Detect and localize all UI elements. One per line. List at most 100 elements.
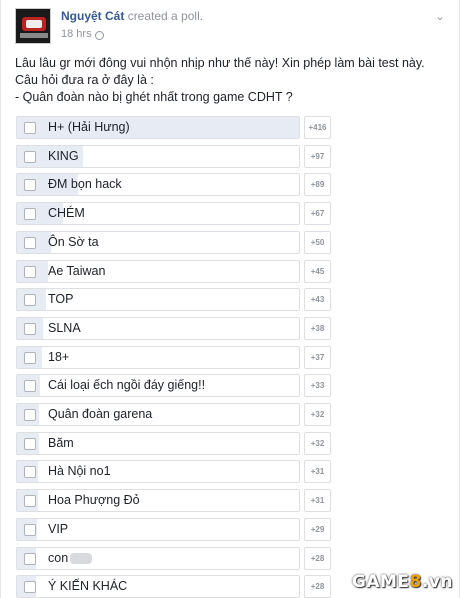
vote-count[interactable]: +416: [304, 116, 331, 139]
poll-checkbox[interactable]: [24, 237, 36, 249]
poll-option-box[interactable]: Quân đoàn garena: [16, 403, 300, 426]
poll-option[interactable]: 18+ +37: [16, 346, 331, 369]
poll-option-box[interactable]: Hoa Phượng Đỏ: [16, 489, 300, 512]
post-header: Nguyệt Cát created a poll. 18 hrs ⌄: [15, 8, 447, 44]
poll-option-box[interactable]: con: [16, 547, 300, 570]
poll-option-box[interactable]: VIP: [16, 518, 300, 541]
poll-option-box[interactable]: Ý KIẾN KHÁC: [16, 575, 300, 598]
poll-checkbox[interactable]: [24, 524, 36, 536]
poll-option-box[interactable]: KING: [16, 145, 300, 168]
vote-count[interactable]: +31: [304, 489, 331, 512]
poll-checkbox[interactable]: [24, 553, 36, 565]
poll-option-box[interactable]: Hà Nội no1: [16, 460, 300, 483]
vote-count[interactable]: +38: [304, 317, 331, 340]
poll-option[interactable]: TOP +43: [16, 288, 331, 311]
poll-option-label: TOP: [48, 292, 74, 306]
post-action: created a poll.: [127, 9, 204, 23]
poll-checkbox[interactable]: [24, 409, 36, 421]
poll-option-box[interactable]: Cái loại ếch ngồi đáy giếng!!: [16, 374, 300, 397]
redacted-text: [70, 553, 93, 565]
poll-option-label: Quân đoàn garena: [48, 407, 153, 421]
post-timestamp[interactable]: 18 hrs: [61, 28, 92, 40]
watermark-num: 8: [409, 572, 422, 592]
poll-option[interactable]: Hoa Phượng Đỏ +31: [16, 489, 331, 512]
poll-checkbox[interactable]: [24, 466, 36, 478]
poll-option-label: Ae Taiwan: [48, 264, 106, 278]
poll-option[interactable]: Ae Taiwan +45: [16, 260, 331, 283]
poll-option-label: Băm: [48, 436, 74, 450]
post-line: - Quân đoàn nào bị ghét nhất trong game …: [15, 90, 293, 104]
poll-option-label: CHÉM: [48, 206, 85, 220]
poll-option-box[interactable]: TOP: [16, 288, 300, 311]
vote-count[interactable]: +97: [304, 145, 331, 168]
poll-option[interactable]: Ôn Sờ ta +50: [16, 231, 331, 254]
poll-checkbox[interactable]: [24, 266, 36, 278]
author-name[interactable]: Nguyệt Cát: [61, 9, 124, 23]
vote-count[interactable]: +89: [304, 173, 331, 196]
vote-count[interactable]: +50: [304, 231, 331, 254]
poll-option-label: SLNA: [48, 321, 81, 335]
poll-option-label: VIP: [48, 522, 69, 536]
post-line: Lâu lâu gr mới đông vui nhộn nhịp như th…: [15, 56, 425, 70]
poll-option-box[interactable]: SLNA: [16, 317, 300, 340]
vote-count[interactable]: +32: [304, 432, 331, 455]
poll-option-label: 18+: [48, 350, 70, 364]
poll-option-label: Ôn Sờ ta: [48, 235, 99, 249]
game8-watermark: GAME8.vn: [352, 572, 453, 592]
poll-option-box[interactable]: ĐM bọn hack: [16, 173, 300, 196]
poll-option-box[interactable]: Ae Taiwan: [16, 260, 300, 283]
watermark-suffix: .vn: [421, 572, 453, 592]
poll-option[interactable]: Băm +32: [16, 432, 331, 455]
poll-option[interactable]: Ý KIẾN KHÁC +28: [16, 575, 331, 598]
vote-count[interactable]: +37: [304, 346, 331, 369]
poll-checkbox[interactable]: [24, 438, 36, 450]
vote-count[interactable]: +28: [304, 575, 331, 598]
poll-option[interactable]: H+ (Hải Hưng) +416: [16, 116, 331, 139]
poll-checkbox[interactable]: [24, 352, 36, 364]
poll-option-label: Cái loại ếch ngồi đáy giếng!!: [48, 378, 206, 392]
poll-checkbox[interactable]: [24, 495, 36, 507]
vote-count[interactable]: +45: [304, 260, 331, 283]
poll-checkbox[interactable]: [24, 323, 36, 335]
poll-checkbox[interactable]: [24, 294, 36, 306]
poll-checkbox[interactable]: [24, 179, 36, 191]
vote-count[interactable]: +29: [304, 518, 331, 541]
poll-checkbox[interactable]: [24, 208, 36, 220]
post-line: Câu hỏi đưa ra ở đây là :: [15, 73, 154, 87]
poll-option-box[interactable]: Ôn Sờ ta: [16, 231, 300, 254]
poll-option-label: Ý KIẾN KHÁC: [48, 579, 128, 593]
poll-option[interactable]: VIP +29: [16, 518, 331, 541]
post-text: Lâu lâu gr mới đông vui nhộn nhịp như th…: [15, 55, 445, 106]
poll-option[interactable]: Quân đoàn garena +32: [16, 403, 331, 426]
poll-option[interactable]: Hà Nội no1 +31: [16, 460, 331, 483]
poll-option-box[interactable]: 18+: [16, 346, 300, 369]
poll-option-label: Hà Nội no1: [48, 464, 111, 478]
poll-option-label: Hoa Phượng Đỏ: [48, 493, 140, 507]
poll-option-box[interactable]: CHÉM: [16, 202, 300, 225]
author-avatar[interactable]: [15, 8, 51, 44]
poll-option[interactable]: con +28: [16, 547, 331, 570]
poll-option[interactable]: Cái loại ếch ngồi đáy giếng!! +33: [16, 374, 331, 397]
poll-option[interactable]: SLNA +38: [16, 317, 331, 340]
watermark-text: GAME: [351, 572, 410, 592]
poll-option[interactable]: KING +97: [16, 145, 331, 168]
vote-count[interactable]: +33: [304, 374, 331, 397]
poll-option-box[interactable]: Băm: [16, 432, 300, 455]
post-meta: 18 hrs: [61, 28, 104, 40]
vote-count[interactable]: +32: [304, 403, 331, 426]
poll-checkbox[interactable]: [24, 380, 36, 392]
poll-option[interactable]: CHÉM +67: [16, 202, 331, 225]
chevron-down-icon[interactable]: ⌄: [433, 10, 447, 24]
vote-count[interactable]: +31: [304, 460, 331, 483]
poll-option-label: H+ (Hải Hưng): [48, 120, 130, 134]
vote-count[interactable]: +28: [304, 547, 331, 570]
poll-option-box[interactable]: H+ (Hải Hưng): [16, 116, 300, 139]
poll-option-label: KING: [48, 149, 79, 163]
globe-icon: [94, 30, 104, 40]
vote-count[interactable]: +43: [304, 288, 331, 311]
vote-count[interactable]: +67: [304, 202, 331, 225]
poll-option[interactable]: ĐM bọn hack +89: [16, 173, 331, 196]
poll-checkbox[interactable]: [24, 151, 36, 163]
poll-checkbox[interactable]: [24, 581, 36, 593]
poll-checkbox[interactable]: [24, 122, 36, 134]
